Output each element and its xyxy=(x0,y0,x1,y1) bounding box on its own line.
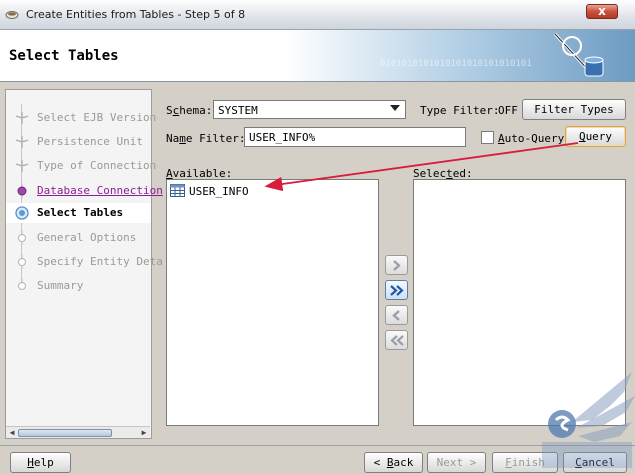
step-type-of-connection[interactable]: Type of Connection xyxy=(6,156,156,176)
step-persistence-unit[interactable]: Persistence Unit xyxy=(6,132,151,152)
step-general-options[interactable]: General Options xyxy=(6,228,151,248)
move-all-right-button[interactable] xyxy=(385,280,408,300)
page-title: Select Tables xyxy=(9,48,119,64)
wizard-steps-panel: Select EJB Version Persistence Unit Type… xyxy=(5,89,163,439)
schema-dropdown[interactable]: SYSTEM xyxy=(213,100,406,119)
chevron-left-icon: < xyxy=(373,456,387,469)
step-label: General Options xyxy=(37,231,137,244)
step-label: Summary xyxy=(37,279,84,292)
step-visited-icon xyxy=(17,183,27,199)
type-filter-label: Type Filter: xyxy=(420,104,500,117)
chevron-right-icon: > xyxy=(469,456,477,469)
query-button[interactable]: Query xyxy=(565,126,626,147)
step-label: Persistence Unit xyxy=(37,135,143,148)
close-button[interactable]: x xyxy=(586,4,618,19)
double-chevron-left-icon xyxy=(390,335,404,346)
step-done-icon xyxy=(15,160,29,172)
double-chevron-right-icon xyxy=(390,285,404,296)
step-specify-entity-details[interactable]: Specify Entity Deta xyxy=(6,252,163,272)
wizard-header: Select Tables 01010101010101010101010101… xyxy=(0,30,635,82)
chevron-left-icon xyxy=(392,310,400,321)
schema-selected-value: SYSTEM xyxy=(218,104,258,117)
step-done-icon xyxy=(15,136,29,148)
step-select-tables[interactable]: Select Tables xyxy=(6,203,151,223)
watermark-logo xyxy=(542,372,635,468)
title-bar: Create Entities from Tables - Step 5 of … xyxy=(0,0,635,30)
move-left-button[interactable] xyxy=(385,305,408,325)
name-filter-label: Name Filter: xyxy=(166,132,246,145)
step-label: Select Tables xyxy=(37,206,124,219)
filter-types-button[interactable]: Filter Types xyxy=(522,99,626,120)
banner-binary-text: 0101010101010101010101010101 xyxy=(380,59,532,69)
name-filter-input[interactable]: USER_INFO% xyxy=(244,127,466,147)
auto-query-checkbox[interactable] xyxy=(481,131,494,144)
chevron-right-icon xyxy=(393,260,401,271)
move-all-left-button[interactable] xyxy=(385,330,408,350)
next-button[interactable]: Next > xyxy=(427,452,486,473)
back-button[interactable]: < Back xyxy=(364,452,423,473)
coffee-cup-icon xyxy=(5,11,19,19)
step-current-icon xyxy=(15,206,29,220)
window-title: Create Entities from Tables - Step 5 of … xyxy=(26,8,246,21)
type-filter-status: OFF xyxy=(498,104,518,117)
scroll-right-icon[interactable]: ▶ xyxy=(138,427,150,439)
step-summary[interactable]: Summary xyxy=(6,276,151,296)
chevron-down-icon xyxy=(390,105,400,111)
step-pending-icon xyxy=(18,230,26,246)
scroll-left-icon[interactable]: ◀ xyxy=(6,427,18,439)
step-label: Database Connection xyxy=(37,184,163,197)
schema-label: Schema: xyxy=(166,104,213,117)
step-database-connection[interactable]: Database Connection xyxy=(6,181,163,201)
table-icon xyxy=(170,184,185,197)
name-filter-value: USER_INFO% xyxy=(249,131,316,144)
step-label: Type of Connection xyxy=(37,159,157,172)
step-pending-icon xyxy=(18,254,26,270)
auto-query-label[interactable]: Auto-Query xyxy=(498,132,564,145)
move-right-button[interactable] xyxy=(385,255,408,275)
step-label: Select EJB Version xyxy=(37,111,157,124)
scrollbar-thumb[interactable] xyxy=(18,429,112,437)
step-label: Specify Entity Deta xyxy=(37,255,163,268)
step-pending-icon xyxy=(18,278,26,290)
help-button[interactable]: Help xyxy=(10,452,71,473)
header-banner-graphic: 0101010101010101010101010101 xyxy=(380,32,604,77)
step-done-icon xyxy=(15,112,29,124)
step-select-ejb-version[interactable]: Select EJB Version xyxy=(6,108,156,128)
steps-horizontal-scrollbar[interactable]: ◀ ▶ xyxy=(6,426,150,438)
table-name: USER_INFO xyxy=(189,185,249,198)
available-tables-list[interactable]: USER_INFO xyxy=(166,179,379,426)
